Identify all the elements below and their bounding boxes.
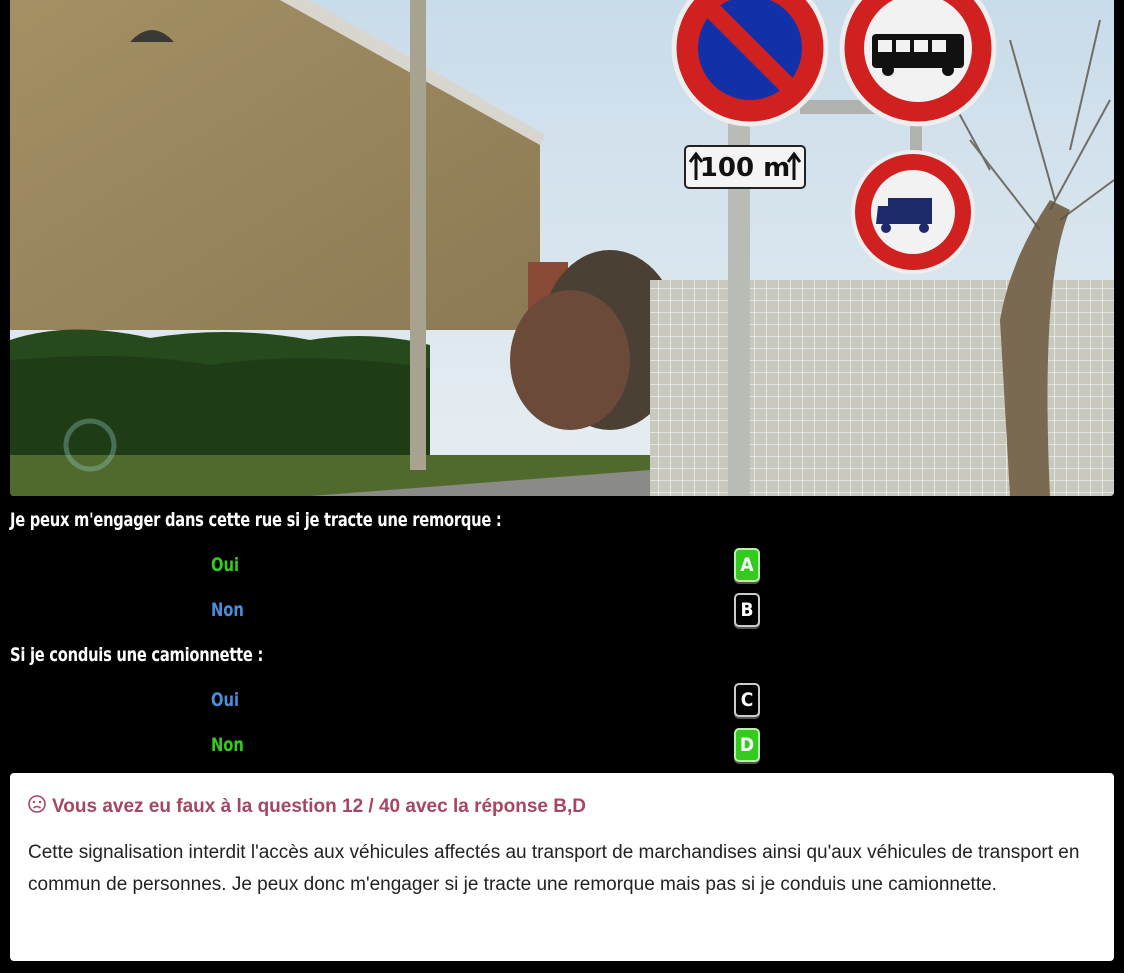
distance-panel: 100 m	[684, 145, 806, 189]
result-panel: Vous avez eu faux à la question 12 / 40 …	[10, 773, 1114, 961]
option-label-d: Non	[211, 734, 244, 756]
no-bus-sign	[839, 0, 997, 127]
question-photo: 100 m	[10, 0, 1114, 496]
question-text: Si je conduis une camionnette :	[10, 644, 264, 666]
option-label-c: Oui	[211, 689, 240, 711]
question-text: Je peux m'engager dans cette rue si je t…	[10, 509, 502, 531]
answer-key-a[interactable]: A	[734, 548, 760, 582]
result-explanation: Cette signalisation interdit l'accès aux…	[28, 842, 1080, 895]
no-parking-sign	[671, 0, 829, 127]
no-goods-vehicle-sign	[851, 150, 975, 274]
sad-face-icon	[28, 795, 46, 819]
option-label-a: Oui	[211, 554, 240, 576]
answer-key-d[interactable]: D	[734, 728, 760, 762]
answer-key-c[interactable]: C	[734, 683, 760, 717]
option-label-b: Non	[211, 599, 244, 621]
svg-text:100 m: 100 m	[700, 153, 790, 183]
result-title: Vous avez eu faux à la question 12 / 40 …	[28, 795, 1096, 819]
answer-key-b[interactable]: B	[734, 593, 760, 627]
result-title-text: Vous avez eu faux à la question 12 / 40 …	[52, 796, 586, 817]
